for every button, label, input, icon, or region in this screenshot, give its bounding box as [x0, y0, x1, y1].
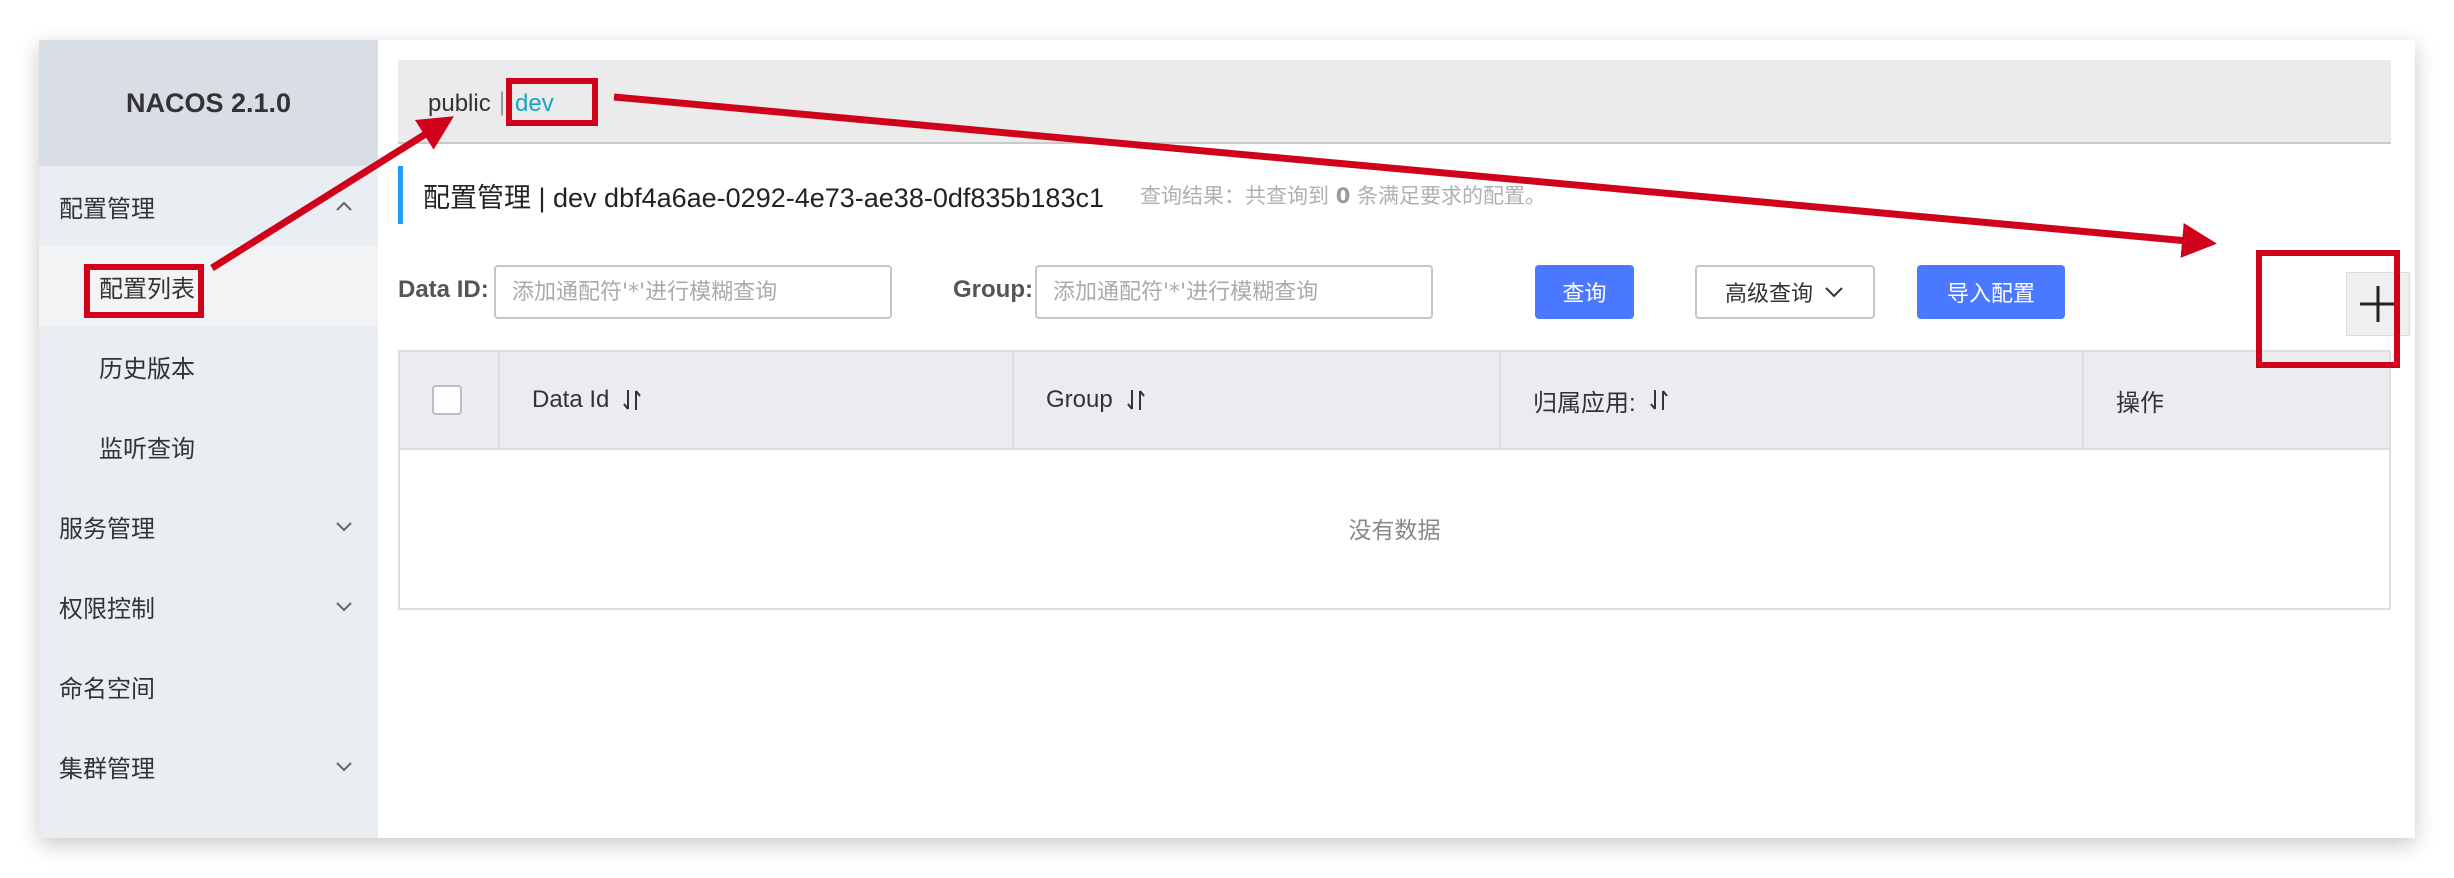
dataid-input[interactable] — [494, 265, 892, 319]
result-suffix: 条满足要求的配置。 — [1357, 184, 1546, 208]
column-label: Group — [1046, 386, 1113, 413]
result-prefix: 查询结果：共查询到 — [1140, 184, 1329, 208]
column-label: 操作 — [2116, 389, 2164, 417]
chevron-up-icon — [336, 201, 352, 211]
menu-service-management[interactable]: 服务管理 — [39, 486, 378, 566]
config-table: Data Id Group 归属应用: 操作 没有数据 — [398, 350, 2391, 610]
main-content: public | dev 配置管理 | dev dbf4a6ae-0292-4e… — [378, 40, 2415, 838]
advanced-query-label: 高级查询 — [1724, 282, 1813, 307]
chevron-down-icon — [336, 602, 352, 612]
sidebar-item-label: 历史版本 — [99, 354, 195, 383]
sidebar-item-history[interactable]: 历史版本 — [39, 326, 378, 406]
import-config-button[interactable]: 导入配置 — [1917, 265, 2065, 319]
chevron-down-icon — [336, 522, 352, 532]
group-label: Group: — [953, 276, 1033, 303]
menu-label: 服务管理 — [59, 514, 155, 543]
select-all-checkbox[interactable] — [432, 385, 462, 415]
sidebar-item-label: 监听查询 — [99, 434, 195, 463]
namespace-separator: | — [498, 88, 507, 116]
table-header: Data Id Group 归属应用: 操作 — [400, 352, 2389, 450]
menu-permission-control[interactable]: 权限控制 — [39, 566, 378, 646]
group-input[interactable] — [1035, 265, 1433, 319]
menu-config-management[interactable]: 配置管理 — [39, 166, 378, 246]
dataid-label: Data ID: — [398, 276, 489, 303]
nacos-window: NACOS 2.1.0 配置管理 配置列表 历史版本 监听查询 服务管理 权限控… — [39, 40, 2415, 838]
query-result-text: 查询结果：共查询到 0 条满足要求的配置。 — [1140, 180, 1546, 210]
column-data-id[interactable]: Data Id — [500, 352, 1014, 448]
menu-label: 集群管理 — [59, 754, 155, 783]
column-group[interactable]: Group — [1014, 352, 1501, 448]
page-title-row: 配置管理 | dev dbf4a6ae-0292-4e73-ae38-0df83… — [398, 166, 1546, 224]
sort-icon[interactable] — [621, 387, 643, 413]
annotation-box-dev — [506, 78, 598, 126]
query-button[interactable]: 查询 — [1535, 265, 1634, 319]
page-title: 配置管理 | dev dbf4a6ae-0292-4e73-ae38-0df83… — [423, 182, 1104, 213]
chevron-down-icon — [336, 762, 352, 772]
annotation-box-add-button — [2256, 250, 2400, 368]
empty-state: 没有数据 — [1348, 518, 1441, 544]
column-app[interactable]: 归属应用: — [1501, 352, 2084, 448]
annotation-box-config-list — [84, 264, 204, 318]
column-label: 归属应用: — [1533, 389, 1636, 417]
sort-icon[interactable] — [1648, 387, 1670, 413]
sidebar-item-listener[interactable]: 监听查询 — [39, 406, 378, 486]
sidebar: NACOS 2.1.0 配置管理 配置列表 历史版本 监听查询 服务管理 权限控… — [39, 40, 378, 838]
namespace-bar: public | dev — [398, 60, 2391, 144]
menu-namespace[interactable]: 命名空间 — [39, 646, 378, 726]
chevron-down-icon — [1825, 287, 1843, 298]
namespace-public-link[interactable]: public — [428, 90, 491, 118]
menu-cluster-management[interactable]: 集群管理 — [39, 726, 378, 806]
menu-config-management-label: 配置管理 — [59, 194, 155, 223]
menu-label: 命名空间 — [59, 674, 155, 703]
brand-title: NACOS 2.1.0 — [39, 40, 378, 166]
result-count: 0 — [1335, 184, 1351, 208]
sort-icon[interactable] — [1125, 387, 1147, 413]
column-label: Data Id — [532, 386, 610, 413]
menu-label: 权限控制 — [59, 594, 155, 623]
advanced-query-button[interactable]: 高级查询 — [1695, 265, 1875, 319]
select-all-cell — [400, 352, 500, 448]
